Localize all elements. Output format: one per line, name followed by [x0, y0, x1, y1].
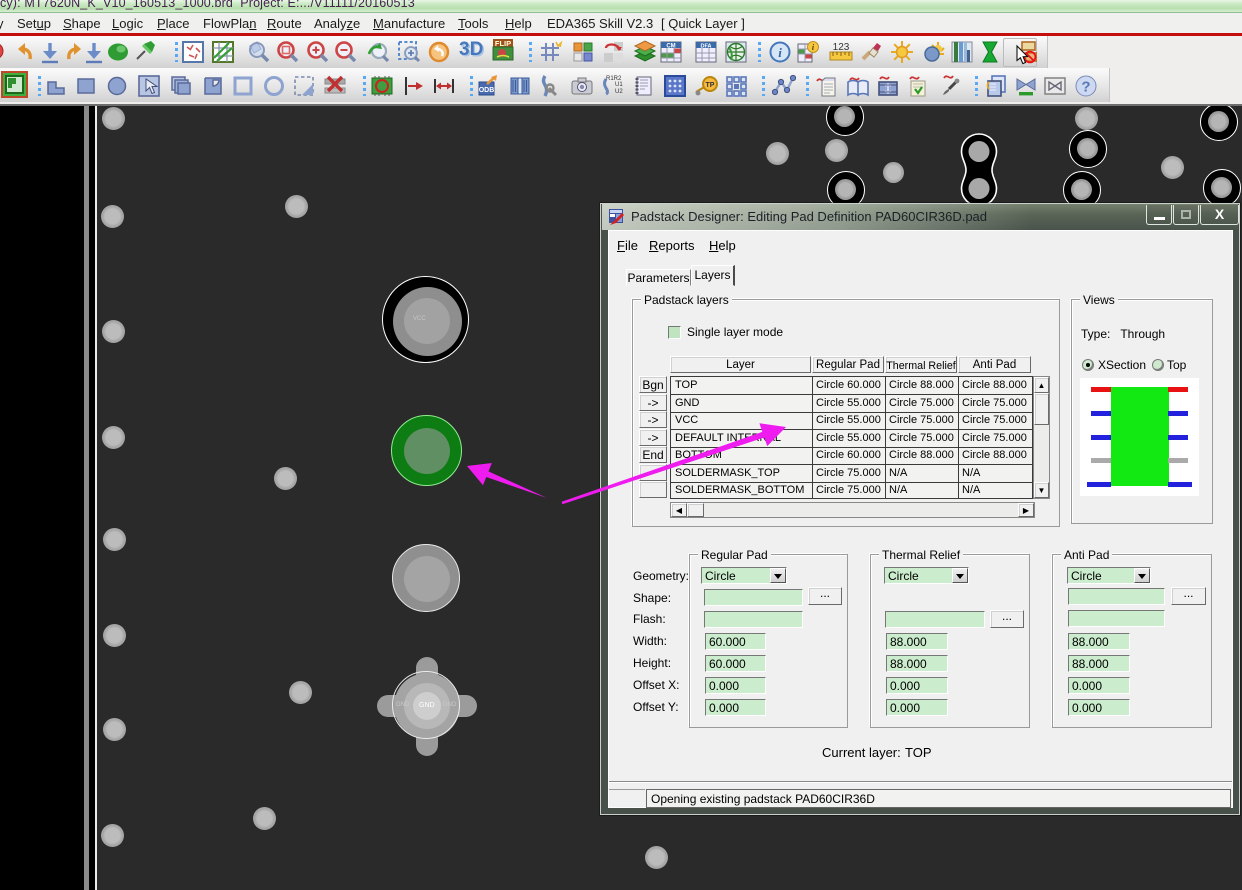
svg-text:ODB: ODB	[479, 87, 495, 94]
svg-text:i: i	[778, 45, 782, 60]
svg-text:?: ?	[1081, 79, 1090, 96]
svg-text:U2: U2	[615, 89, 623, 95]
svg-text:123: 123	[833, 42, 850, 53]
svg-text:U1: U1	[615, 82, 623, 88]
svg-text:TP: TP	[706, 82, 715, 89]
